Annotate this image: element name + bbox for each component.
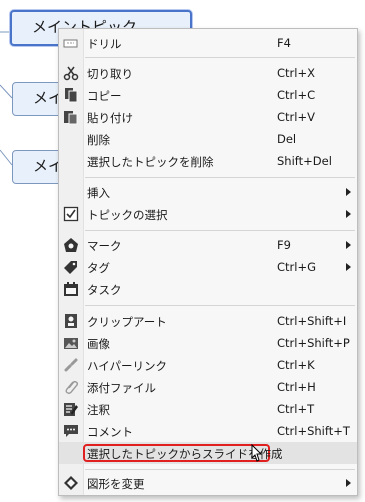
menu-item-comment[interactable]: コメント Ctrl+Shift+T (59, 420, 357, 442)
menu-item-label: ドリル (87, 37, 122, 51)
menu-item-label: マーク (87, 239, 122, 253)
menu-item-shortcut: Ctrl+K (277, 358, 315, 372)
menu-item-create-slides-from-topic[interactable]: 選択したトピックからスライドを作成 (59, 442, 357, 464)
submenu-arrow-icon (346, 241, 351, 249)
mouse-cursor-icon (251, 444, 263, 462)
submenu-arrow-icon (346, 188, 351, 196)
task-icon (63, 281, 79, 297)
menu-item-label: 選択したトピックを削除 (87, 155, 214, 169)
menu-item-hyperlink[interactable]: ハイパーリンク Ctrl+K (59, 354, 357, 376)
menu-item-label: 削除 (87, 133, 110, 147)
menu-item-shortcut: Ctrl+C (277, 88, 316, 102)
scissors-icon (63, 65, 79, 81)
comment-icon (63, 423, 79, 439)
menu-item-tag[interactable]: タグ Ctrl+G (59, 256, 357, 278)
copy-icon (63, 87, 79, 103)
image-icon (63, 335, 79, 351)
menu-item-label: 注釈 (87, 403, 110, 417)
menu-item-label: 挿入 (87, 186, 110, 200)
mark-icon (63, 237, 79, 253)
menu-item-label: 画像 (87, 337, 110, 351)
menu-item-attachment[interactable]: 添付ファイル Ctrl+H (59, 376, 357, 398)
menu-item-label: トピックの選択 (87, 208, 168, 222)
menu-item-shortcut: Ctrl+G (277, 260, 317, 274)
menu-item-shortcut: Del (277, 132, 297, 146)
menu-item-label: 図形を変更 (87, 477, 145, 491)
menu-item-label: クリップアート (87, 315, 167, 329)
paste-icon (63, 109, 79, 125)
menu-item-shortcut: Shift+Del (277, 154, 332, 168)
menu-item-image[interactable]: 画像 Ctrl+Shift+P (59, 332, 357, 354)
menu-item-label: タスク (87, 283, 122, 297)
menu-item-delete-selected-topic[interactable]: 選択したトピックを削除 Shift+Del (59, 150, 357, 172)
menu-item-shortcut: Ctrl+H (277, 380, 316, 394)
menu-separator (85, 469, 355, 470)
menu-item-label: 切り取り (87, 67, 133, 81)
menu-separator (85, 57, 355, 58)
checkbox-icon (63, 206, 79, 222)
menu-item-task[interactable]: タスク (59, 278, 357, 300)
menu-item-shortcut: Ctrl+Shift+P (277, 336, 350, 350)
submenu-arrow-icon (346, 263, 351, 271)
menu-item-copy[interactable]: コピー Ctrl+C (59, 84, 357, 106)
menu-item-insert[interactable]: 挿入 (59, 181, 357, 203)
context-menu: ドリル F4 切り取り Ctrl+X コピー Ctrl+C 貼り付け Ctrl+… (58, 28, 358, 496)
menu-item-shortcut: Ctrl+V (277, 110, 315, 124)
shape-icon (63, 475, 79, 491)
note-icon (63, 401, 79, 417)
menu-item-shortcut: Ctrl+X (277, 66, 315, 80)
menu-item-shortcut: Ctrl+Shift+T (277, 424, 350, 438)
menu-item-delete[interactable]: 削除 Del (59, 128, 357, 150)
menu-item-label: コピー (87, 89, 122, 103)
submenu-arrow-icon (346, 479, 351, 487)
drill-icon (63, 35, 79, 51)
menu-item-cut[interactable]: 切り取り Ctrl+X (59, 62, 357, 84)
menu-item-mark[interactable]: マーク F9 (59, 234, 357, 256)
menu-item-paste[interactable]: 貼り付け Ctrl+V (59, 106, 357, 128)
menu-item-shortcut: Ctrl+Shift+I (277, 314, 347, 328)
menu-item-clipart[interactable]: クリップアート Ctrl+Shift+I (59, 310, 357, 332)
menu-item-shortcut: F9 (277, 238, 291, 252)
menu-separator (85, 230, 355, 231)
submenu-arrow-icon (346, 210, 351, 218)
menu-item-note[interactable]: 注釈 Ctrl+T (59, 398, 357, 420)
menu-item-label: 貼り付け (87, 111, 133, 125)
menu-item-label: タグ (87, 261, 110, 275)
menu-item-change-shape[interactable]: 図形を変更 (59, 472, 357, 494)
menu-item-shortcut: F4 (277, 36, 291, 50)
link-icon (63, 357, 79, 373)
menu-separator (85, 305, 355, 306)
menu-item-drill[interactable]: ドリル F4 (59, 32, 357, 54)
menu-item-label: ハイパーリンク (87, 359, 168, 373)
menu-item-label: 添付ファイル (87, 381, 156, 395)
paperclip-icon (63, 379, 79, 395)
menu-item-shortcut: Ctrl+T (277, 402, 315, 416)
menu-separator (85, 177, 355, 178)
clipart-icon (63, 313, 79, 329)
menu-item-select-topic[interactable]: トピックの選択 (59, 203, 357, 225)
menu-item-label: コメント (87, 425, 133, 439)
tag-icon (63, 259, 79, 275)
